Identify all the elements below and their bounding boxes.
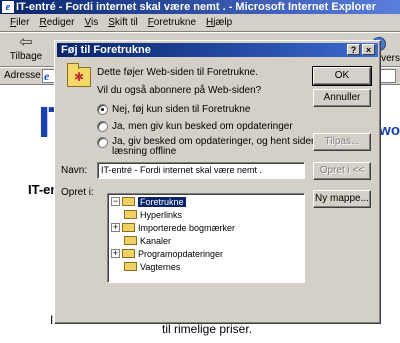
tree-item-label: Kanaler [140, 235, 172, 246]
ok-button[interactable]: OK [312, 66, 372, 86]
page-text-fragment: I [50, 313, 54, 327]
window-title: IT-entré - Fordi internet skal være nemt… [16, 1, 377, 13]
folder-icon [124, 262, 137, 271]
tree-item-label: Programopdateringer [138, 248, 224, 259]
radio-button[interactable] [97, 137, 108, 148]
dialog-title-bar: Føj til Foretrukne ? × [57, 43, 378, 57]
menu-item-vis[interactable]: Vis [85, 17, 99, 28]
radio-button[interactable] [97, 104, 108, 115]
menu-bar: Filer Rediger Vis Skift til Foretrukne H… [0, 14, 400, 32]
address-label: Adresse [4, 70, 41, 81]
name-field[interactable]: IT-entré - Fordi internet skal være nemt… [97, 162, 305, 179]
favorites-folder-icon: ✱ [67, 63, 91, 87]
folder-tree[interactable]: − Foretrukne Hyperlinks + Importerede bo… [107, 193, 305, 283]
create-in-label: Opret i: [61, 187, 94, 198]
tree-item-kanaler[interactable]: Kanaler [124, 235, 171, 246]
folder-icon [122, 197, 135, 206]
tree-item-vagternes[interactable]: Vagternes [124, 261, 180, 272]
star-icon: ✱ [74, 70, 85, 84]
menu-item-filer[interactable]: Filer [10, 17, 29, 28]
expand-icon[interactable]: + [111, 249, 120, 258]
folder-icon [122, 223, 135, 232]
create-in-button[interactable]: Opret i << [313, 162, 371, 180]
tree-item-programopdateringer[interactable]: + Programopdateringer [111, 248, 223, 259]
cancel-button[interactable]: Annuller [313, 89, 371, 107]
menu-item-foretrukne[interactable]: Foretrukne [148, 17, 196, 28]
back-button-label: Tilbage [9, 51, 43, 62]
folder-icon [124, 236, 137, 245]
close-button[interactable]: × [362, 44, 375, 55]
new-folder-button[interactable]: Ny mappe... [313, 190, 371, 208]
back-arrow-icon: ⇦ [19, 34, 33, 51]
tree-item-hyperlinks[interactable]: Hyperlinks [124, 209, 182, 220]
option-label: Nej, føj kun siden til Foretrukne [112, 104, 251, 115]
tree-item-label: Importerede bogmærker [138, 222, 236, 233]
collapse-icon[interactable]: − [111, 197, 120, 206]
help-button[interactable]: ? [347, 44, 360, 55]
option-no-subscribe[interactable]: Nej, føj kun siden til Foretrukne [97, 104, 250, 115]
option-notify-only[interactable]: Ja, men giv kun besked om opdateringer [97, 121, 293, 132]
tree-item-importerede-bogmaerker[interactable]: + Importerede bogmærker [111, 222, 235, 233]
page-footer-text: til rimelige priser. [162, 322, 253, 336]
option-label: Ja, men giv kun besked om opdateringer [112, 121, 293, 132]
dialog-question-text: Vil du også abonnere på Web-siden? [97, 85, 262, 96]
tree-item-label: Foretrukne [138, 196, 186, 207]
tree-item-foretrukne[interactable]: − Foretrukne [111, 196, 186, 207]
folder-icon [124, 210, 137, 219]
add-favorite-dialog: Føj til Foretrukne ? × ✱ Dette føjer Web… [54, 40, 381, 324]
option-notify-offline[interactable]: Ja, giv besked om opdateringer, og hent … [97, 137, 327, 157]
tree-item-label: Hyperlinks [140, 209, 183, 220]
menu-item-hjaelp[interactable]: Hjælp [206, 17, 232, 28]
dialog-intro-text: Dette føjer Web-siden til Foretrukne. [97, 67, 258, 78]
menu-item-rediger[interactable]: Rediger [39, 17, 74, 28]
folder-icon [122, 249, 135, 258]
menu-item-skift-til[interactable]: Skift til [108, 17, 137, 28]
name-label: Navn: [61, 165, 88, 176]
dialog-title: Føj til Foretrukne [61, 44, 151, 56]
expand-icon[interactable]: + [111, 223, 120, 232]
back-button[interactable]: ⇦ Tilbage [6, 34, 46, 63]
radio-button[interactable] [97, 121, 108, 132]
option-label-line2: læsning offline [112, 146, 177, 157]
customize-button[interactable]: Tilpas... [313, 133, 371, 151]
tree-item-label: Vagternes [140, 261, 181, 272]
ie-app-icon: e [2, 1, 14, 13]
window-title-bar: e IT-entré - Fordi internet skal være ne… [0, 0, 400, 14]
